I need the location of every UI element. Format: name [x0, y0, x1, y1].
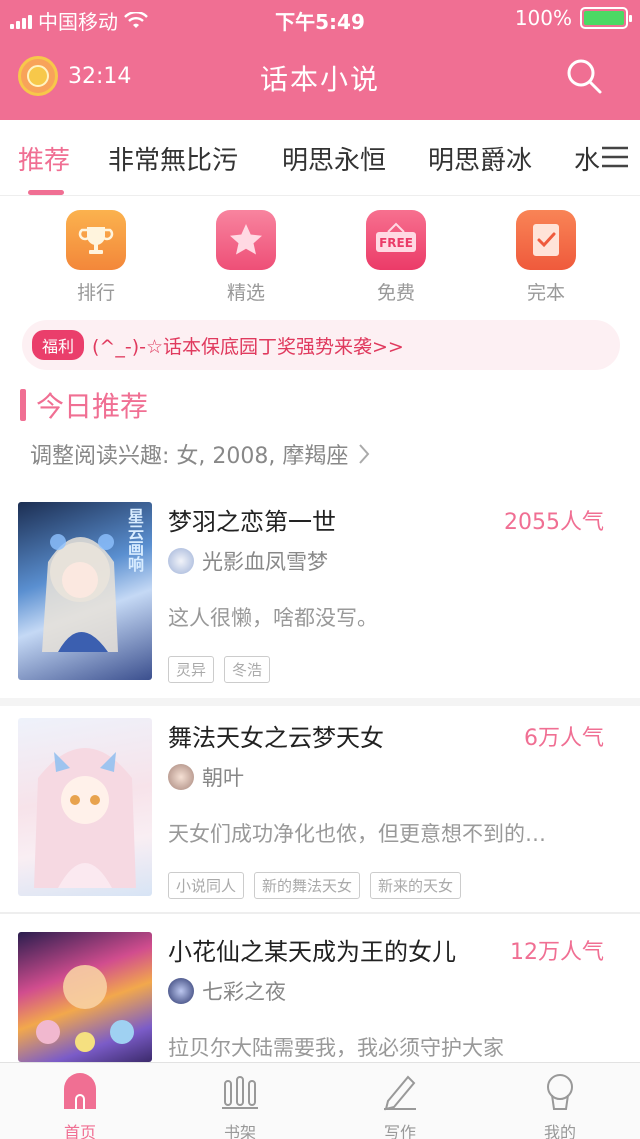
active-tab-indicator [28, 190, 64, 195]
author-name: 光影血凤雪梦 [202, 550, 328, 574]
list-divider [0, 912, 640, 914]
category-tabs: 推荐 非常無比污 明思永恒 明思爵冰 水 [0, 120, 640, 196]
battery-percent: 100% [514, 6, 572, 30]
book-popularity: 6万人气 [524, 726, 604, 751]
svg-text:FREE: FREE [379, 236, 413, 250]
tab-category-3[interactable]: 明思爵冰 [428, 140, 532, 177]
trophy-icon [66, 210, 126, 270]
section-header: 今日推荐 [20, 385, 148, 425]
profile-icon [547, 1074, 573, 1110]
quick-featured-label: 精选 [226, 282, 265, 304]
quick-entries: 排行 精选 FREE 免费 完本 [0, 205, 640, 315]
star-icon [216, 210, 276, 270]
home-icon [64, 1073, 96, 1109]
book-tag[interactable]: 新来的天女 [370, 872, 462, 899]
book-tag[interactable]: 新的舞法天女 [254, 872, 361, 899]
status-right: 100% [514, 6, 632, 30]
book-cover[interactable]: 星云画响 [18, 502, 152, 680]
book-description: 这人很懒，啥都没写。 [168, 606, 378, 630]
free-sign-icon: FREE [366, 210, 426, 270]
tab-bookshelf[interactable]: 书架 [200, 1071, 280, 1139]
author-name: 朝叶 [202, 766, 244, 790]
bookshelf-icon [222, 1076, 258, 1109]
tab-home[interactable]: 首页 [40, 1071, 120, 1139]
tab-home-label: 首页 [63, 1123, 96, 1139]
book-item[interactable]: 小花仙之某天成为王的女儿 12万人气 七彩之夜 拉贝尔大陆需要我，我必须守护大家 [0, 932, 640, 1062]
author-name: 七彩之夜 [202, 980, 286, 1004]
book-item[interactable]: 舞法天女之云梦天女 6万人气 朝叶 天女们成功净化也侬，但更意想不到的… 小说同… [0, 718, 640, 899]
book-item[interactable]: 星云画响 梦羽之恋第一世 2055人气 光影血凤雪梦 这人很懒，啥都没写。 灵异… [0, 502, 640, 683]
author-avatar [168, 978, 194, 1004]
chevron-right-icon [359, 444, 370, 464]
book-tag[interactable]: 灵异 [168, 656, 215, 683]
quick-featured[interactable]: 精选 [196, 205, 296, 305]
book-tags: 灵异 冬浩 [168, 656, 271, 683]
book-author[interactable]: 朝叶 [168, 762, 244, 792]
author-avatar [168, 764, 194, 790]
bottom-tab-bar: 首页 书架 写作 我的 [0, 1062, 640, 1139]
notice-text: (^_-)-☆话本保底园丁奖强势来袭>> [92, 335, 404, 358]
tab-write-label: 写作 [383, 1123, 416, 1139]
tab-profile-label: 我的 [543, 1123, 576, 1139]
pen-icon [384, 1075, 416, 1111]
search-icon[interactable] [564, 56, 604, 96]
notice-banner[interactable]: 福利 (^_-)-☆话本保底园丁奖强势来袭>> [22, 320, 620, 370]
quick-finished[interactable]: 完本 [496, 205, 596, 305]
author-avatar [168, 548, 194, 574]
tab-category-2[interactable]: 明思永恒 [282, 140, 386, 177]
tab-recommend[interactable]: 推荐 [18, 140, 70, 177]
finished-book-icon [516, 210, 576, 270]
app-header: 32:14 话本小说 [0, 40, 640, 120]
section-title: 今日推荐 [36, 390, 149, 423]
interest-settings[interactable]: 调整阅读兴趣: 女, 2008, 摩羯座 [30, 438, 370, 470]
book-title: 舞法天女之云梦天女 [168, 724, 384, 752]
quick-ranking-label: 排行 [76, 282, 115, 304]
book-description: 拉贝尔大陆需要我，我必须守护大家 [168, 1036, 504, 1060]
list-divider [0, 698, 640, 706]
section-accent-bar [20, 389, 26, 421]
tab-bookshelf-label: 书架 [223, 1123, 256, 1139]
battery-icon [580, 7, 632, 29]
book-cover[interactable] [18, 932, 152, 1062]
quick-free[interactable]: FREE 免费 [346, 205, 446, 305]
quick-free-label: 免费 [376, 282, 415, 304]
book-popularity: 2055人气 [504, 510, 604, 535]
interest-text: 调整阅读兴趣: 女, 2008, 摩羯座 [30, 444, 349, 469]
tab-category-4[interactable]: 水 [574, 140, 600, 177]
menu-icon[interactable] [600, 145, 630, 169]
app-title: 话本小说 [259, 63, 380, 96]
book-tags: 小说同人 新的舞法天女 新来的天女 [168, 872, 462, 899]
tab-write[interactable]: 写作 [360, 1071, 440, 1139]
book-description: 天女们成功净化也侬，但更意想不到的… [168, 822, 546, 846]
cover-title-art: 星云画响 [125, 508, 144, 572]
book-author[interactable]: 光影血凤雪梦 [168, 546, 328, 576]
book-tag[interactable]: 冬浩 [224, 656, 271, 683]
status-bar: 中国移动 下午5:49 100% [0, 0, 640, 36]
book-tag[interactable]: 小说同人 [168, 872, 245, 899]
quick-finished-label: 完本 [526, 282, 565, 304]
book-title: 梦羽之恋第一世 [168, 508, 336, 536]
book-popularity: 12万人气 [510, 940, 604, 965]
book-author[interactable]: 七彩之夜 [168, 976, 286, 1006]
book-title: 小花仙之某天成为王的女儿 [168, 938, 456, 966]
book-cover[interactable] [18, 718, 152, 896]
notice-badge: 福利 [32, 330, 85, 360]
tab-category-1[interactable]: 非常無比污 [108, 140, 238, 177]
quick-ranking[interactable]: 排行 [46, 205, 146, 305]
tab-profile[interactable]: 我的 [520, 1071, 600, 1139]
top-bar: 中国移动 下午5:49 100% 32:14 话本小说 [0, 0, 640, 120]
